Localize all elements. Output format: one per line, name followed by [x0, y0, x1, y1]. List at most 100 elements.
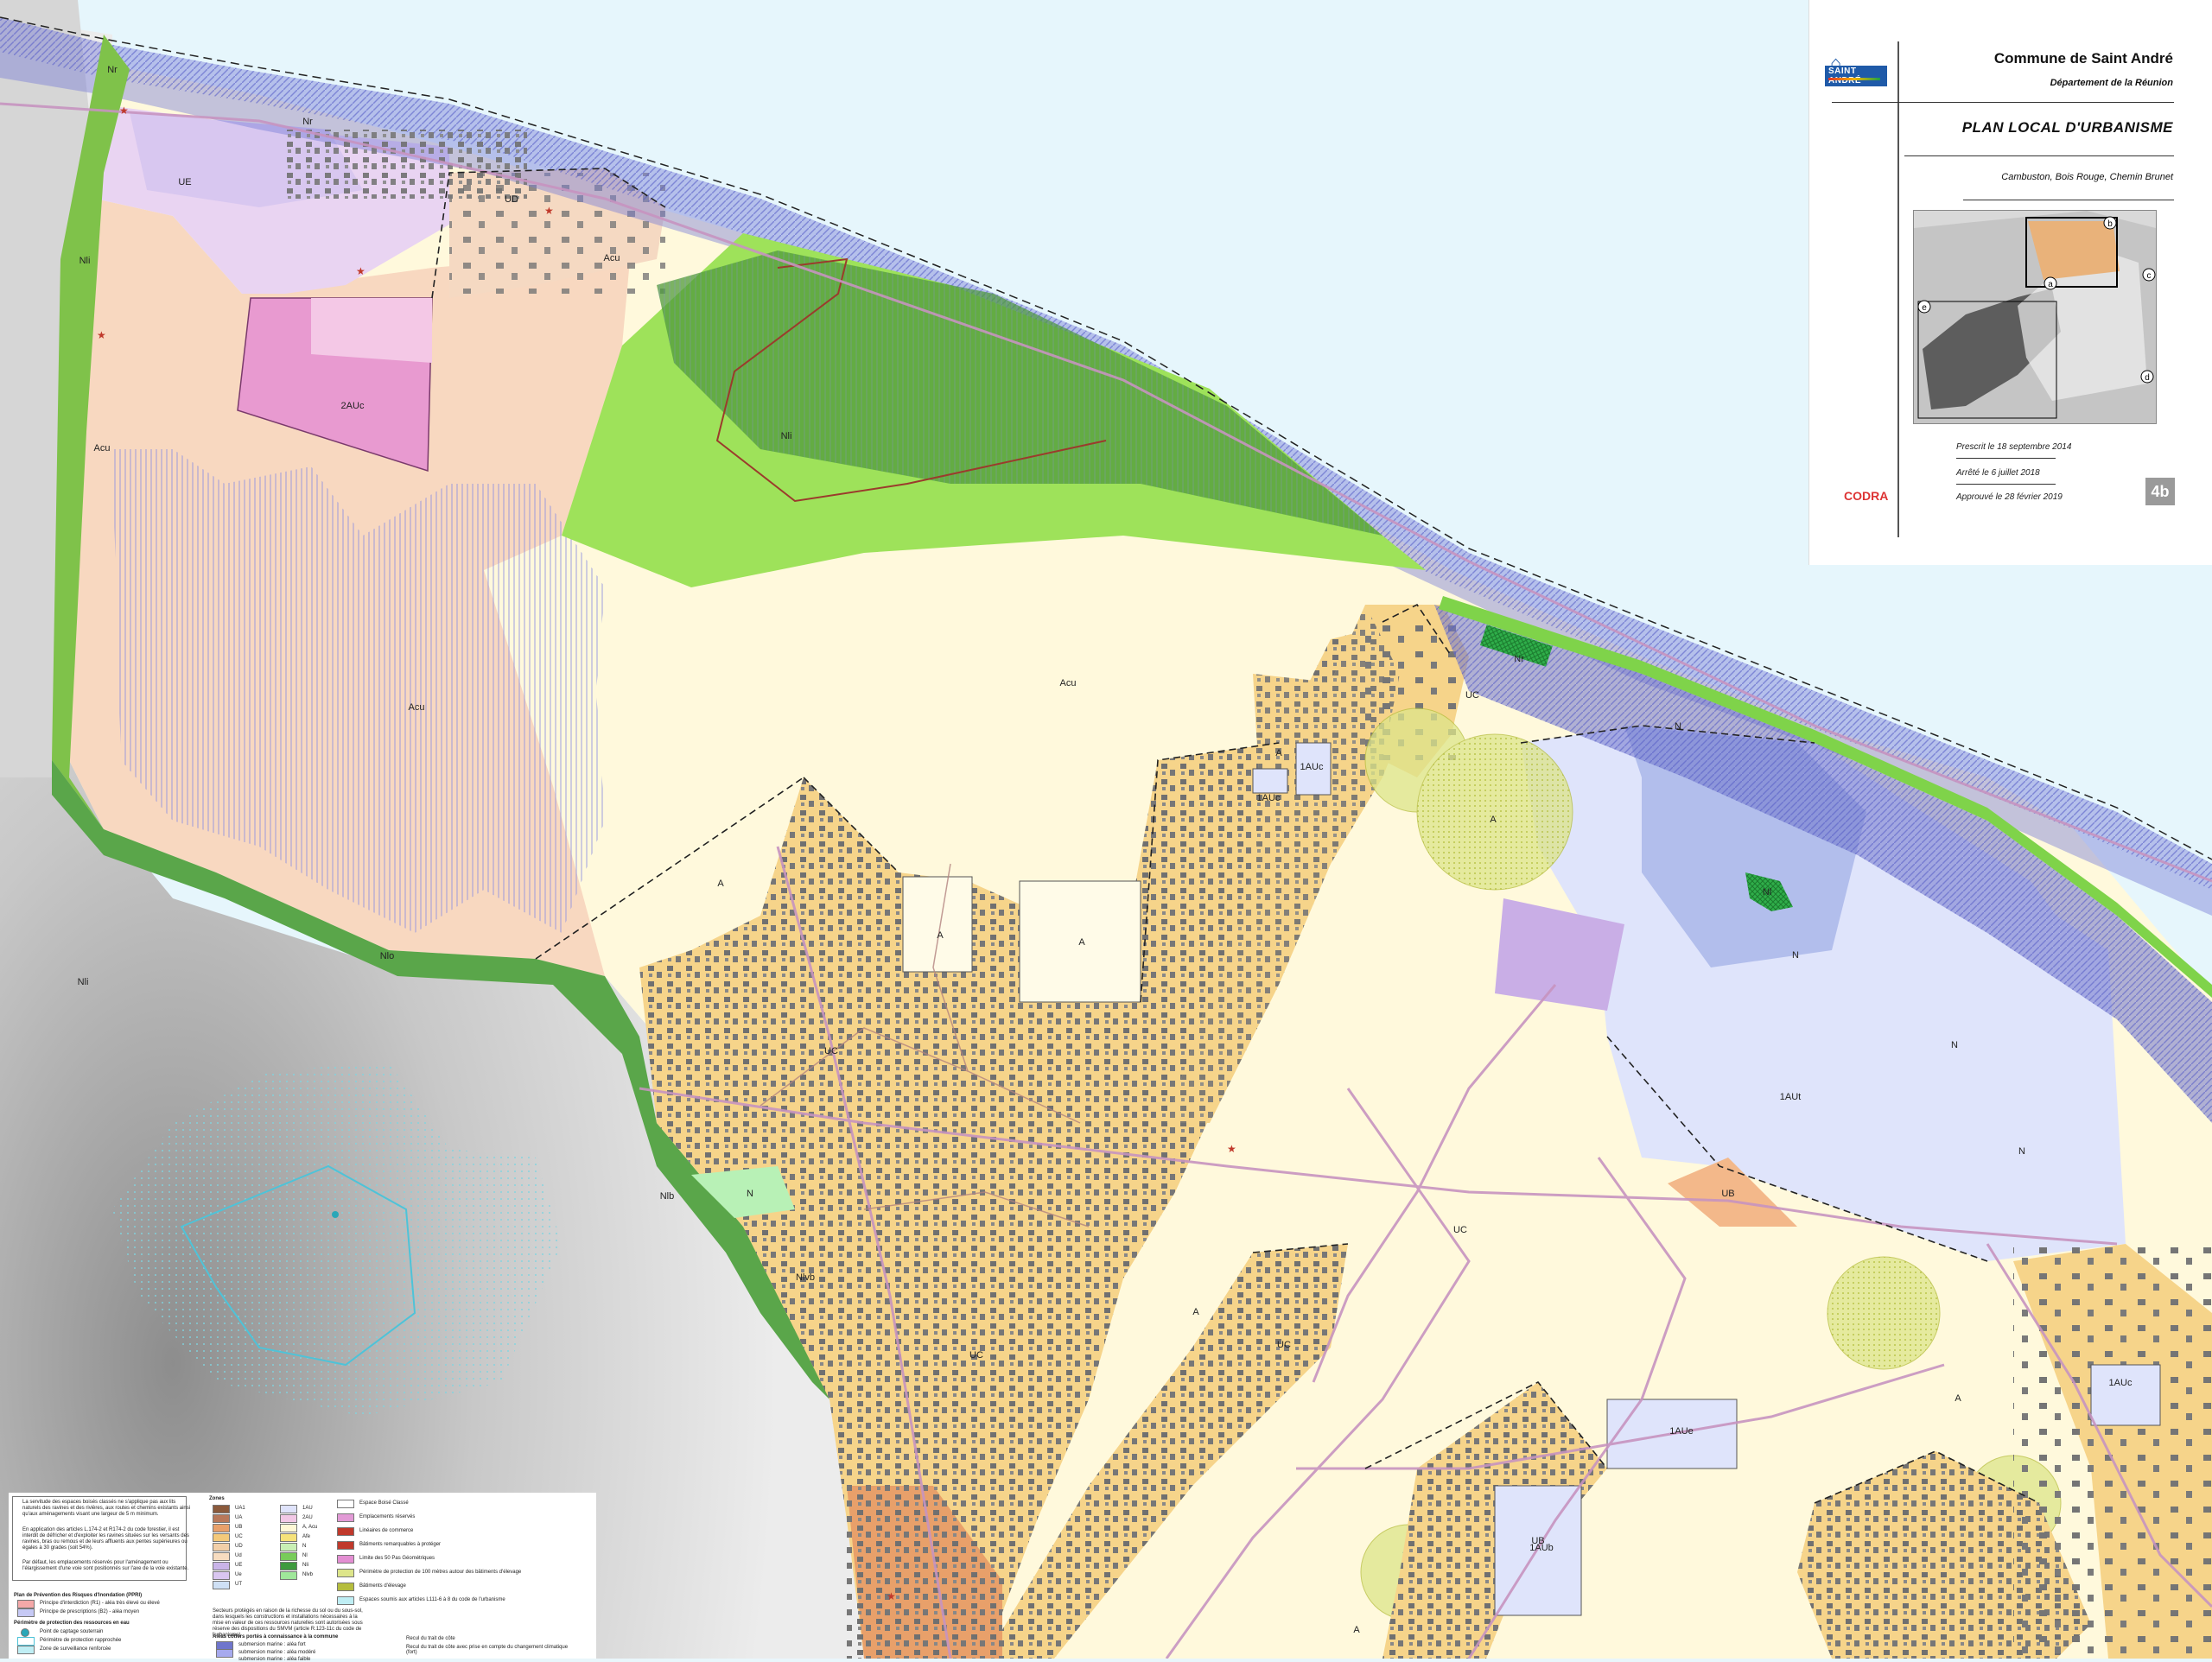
label-ud: UD: [505, 194, 518, 205]
map-legend: La servitude des espaces boisés classés …: [9, 1493, 596, 1662]
label-ub-1: UB: [1721, 1189, 1734, 1199]
label-uc-4: UC: [1453, 1225, 1467, 1235]
legend-setback-2: Recul du trait de côte avec prise en com…: [406, 1645, 569, 1655]
swatch-zone-8: [213, 1581, 230, 1589]
zone-1auc-east[interactable]: [2090, 1364, 2161, 1426]
title-block-divider: [1897, 41, 1899, 537]
label-1auc-2: 1AUc: [1257, 793, 1281, 803]
legend-zone-label: UA: [235, 1515, 243, 1520]
date-prescribed: Prescrit le 18 septembre 2014: [1956, 442, 2072, 452]
swatch-water-close: [17, 1637, 35, 1646]
date-adopted: Arrêté le 6 juillet 2018: [1956, 468, 2040, 478]
legend-coastal-strong: submersion marine : aléa fort: [238, 1642, 306, 1647]
swatch-zone-10: [280, 1514, 297, 1523]
label-n-5: N: [747, 1189, 753, 1199]
buildings-ua-south: [847, 1486, 1002, 1659]
label-a-8: A: [1353, 1625, 1360, 1635]
label-nl: Nl: [1763, 887, 1771, 898]
label-nlb: Nlb: [660, 1191, 675, 1202]
legend-zone-label: Ud: [235, 1553, 242, 1558]
codra-logo: CODRA: [1844, 489, 1889, 503]
label-nli-south: Nli: [78, 977, 89, 987]
label-nlo: Nlo: [380, 951, 395, 961]
label-a-2: A: [937, 930, 944, 941]
label-nr-1: Nr: [107, 65, 118, 75]
label-nli-west: Nli: [79, 256, 91, 266]
legend-water-title: Périmètre de protection des ressources e…: [14, 1621, 130, 1626]
commune-title: Commune de Saint André: [1993, 50, 2173, 67]
label-n-2: N: [1792, 950, 1799, 961]
svg-text:★: ★: [119, 105, 129, 117]
label-1aue: 1AUe: [1669, 1426, 1694, 1437]
swatch-overlay-5: [337, 1569, 354, 1577]
logo-stripe: [1828, 78, 1880, 80]
minimap-label-b: b: [2107, 219, 2113, 229]
swatch-zone-6: [213, 1562, 230, 1570]
legend-ppri-b2: Principe de prescriptions (B2) - aléa mo…: [40, 1609, 140, 1614]
legend-overlay-label: Emplacements réservés: [359, 1514, 416, 1519]
date-line-2: [1956, 484, 2056, 485]
legend-overlay-label: Bâtiments d'élevage: [359, 1583, 406, 1589]
legend-ppri-r1: Principe d'interdiction (R1) - aléa très…: [40, 1601, 160, 1606]
label-a-7: A: [1955, 1393, 1961, 1404]
buildings-north: [285, 130, 527, 199]
label-uc-3: UC: [1277, 1340, 1291, 1350]
swatch-zone-1: [213, 1514, 230, 1523]
svg-text:★: ★: [887, 1590, 896, 1602]
legend-setback-1: Recul du trait de côte: [406, 1636, 455, 1641]
saint-andre-logo: ⌂ SAINT ANDRÉ: [1823, 50, 1887, 90]
swatch-zone-2: [213, 1524, 230, 1532]
swatch-overlay-6: [337, 1583, 354, 1591]
swatch-zone-11: [280, 1524, 297, 1532]
swatch-zone-16: [280, 1571, 297, 1580]
swatch-overlay-7: [337, 1596, 354, 1605]
zone-1auc-plot-a[interactable]: [1252, 768, 1288, 794]
label-n-4: N: [2018, 1146, 2025, 1157]
label-a-5: A: [1192, 1307, 1199, 1317]
legend-overlay-label: Périmètre de protection de 100 mètres au…: [359, 1570, 522, 1575]
label-ub-2: UB: [1531, 1536, 1544, 1546]
swatch-overlay-4: [337, 1555, 354, 1564]
label-ue: UE: [178, 177, 191, 187]
swatch-ppri-b2: [17, 1608, 35, 1617]
label-acu-top: Acu: [604, 253, 620, 263]
swatch-water-surveillance: [17, 1646, 35, 1654]
svg-text:★: ★: [97, 329, 106, 341]
legend-zone-label: 2AU: [302, 1515, 313, 1520]
swatch-zone-4: [213, 1543, 230, 1551]
label-nli: Nli: [781, 431, 792, 441]
legend-zone-label: UA1: [235, 1506, 245, 1511]
legend-coastal-moderate: submersion marine : aléa modéré: [238, 1650, 316, 1655]
label-nlvb: Nlvb: [796, 1272, 815, 1283]
legend-zone-label: Ue: [235, 1572, 242, 1577]
svg-text:★: ★: [544, 205, 554, 217]
swatch-coastal-moderate: [216, 1649, 233, 1658]
label-acu-west: Acu: [94, 443, 111, 454]
legend-overlay-label: Espaces soumis aux articles L111-6 à 8 d…: [359, 1597, 505, 1602]
legend-zone-label: Nl: [302, 1553, 308, 1558]
label-a-4: A: [1275, 748, 1282, 758]
legend-zone-label: A, Acu: [302, 1525, 318, 1530]
location-minimap: b c a d e: [1913, 210, 2157, 424]
swatch-zone-12: [280, 1533, 297, 1542]
zone-a-plot-1[interactable]: [902, 876, 973, 973]
legend-overlay-label: Espace Boisé Classé: [359, 1500, 409, 1506]
legend-zone-label: UD: [235, 1544, 243, 1549]
legend-water-surveillance: Zone de surveillance renforcée: [40, 1646, 111, 1652]
legend-zone-label: Nlvb: [302, 1572, 314, 1577]
label-acu-mid: Acu: [1060, 678, 1077, 688]
legend-coastal-low: submersion marine : aléa faible: [238, 1657, 311, 1662]
divider-line-2: [1904, 155, 2174, 156]
minimap-label-a: a: [2048, 280, 2053, 289]
legend-zone-label: 1AU: [302, 1506, 313, 1511]
legend-note-2: En application des articles L.174-2 et R…: [22, 1527, 189, 1551]
legend-zone-label: UT: [235, 1582, 242, 1587]
svg-text:★: ★: [1227, 1143, 1236, 1155]
legend-zones-title: Zones: [209, 1496, 225, 1501]
swatch-overlay-2: [337, 1527, 354, 1536]
label-nr-2: Nr: [302, 117, 313, 127]
date-line-1: [1956, 458, 2056, 459]
legend-overlay-label: Bâtiments remarquables à protéger: [359, 1542, 442, 1547]
legend-water-close: Périmètre de protection rapprochée: [40, 1638, 122, 1643]
plan-title: PLAN LOCAL D'URBANISME: [1961, 119, 2173, 136]
